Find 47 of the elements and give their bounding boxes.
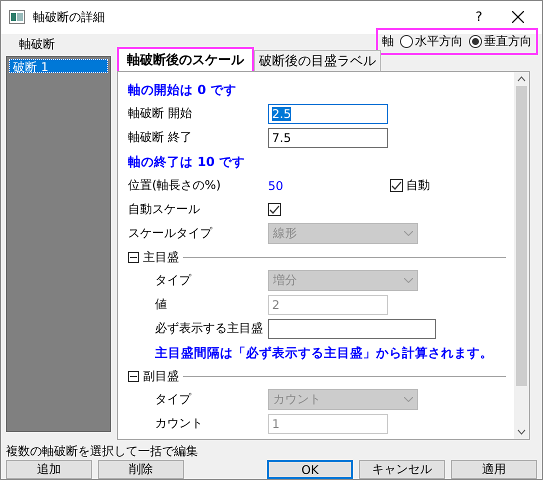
field-label: 必ず表示する主目盛 bbox=[155, 320, 264, 338]
list-item[interactable]: 破断 1 bbox=[9, 59, 108, 74]
radio-label: 垂直方向 bbox=[484, 32, 532, 50]
value-text: 50 bbox=[268, 178, 284, 193]
checkbox-label: 自動 bbox=[406, 177, 430, 194]
field-label: 軸破断 開始 bbox=[128, 105, 193, 122]
dialog-button[interactable]: キャンセル bbox=[359, 460, 445, 479]
radio-label: 水平方向 bbox=[415, 32, 463, 50]
collapse-icon[interactable] bbox=[128, 370, 139, 382]
radio-button[interactable] bbox=[400, 34, 413, 48]
input-field[interactable]: 7.5 bbox=[268, 128, 388, 148]
info-note: 軸の終了は 10 です bbox=[128, 153, 246, 172]
collapse-icon[interactable] bbox=[128, 252, 139, 263]
field-label: 位置(軸長さの%) bbox=[128, 177, 222, 194]
tab[interactable]: 軸破断後のスケール bbox=[117, 47, 254, 72]
field-label: 軸破断 終了 bbox=[128, 129, 193, 146]
field-label: タイプ bbox=[155, 391, 192, 408]
radio-button[interactable] bbox=[469, 34, 482, 48]
dialog-button[interactable]: OK bbox=[267, 460, 353, 479]
close-icon[interactable] bbox=[512, 11, 524, 24]
checkbox[interactable] bbox=[390, 179, 403, 192]
field-label: スケールタイプ bbox=[128, 225, 214, 242]
chevron-icon bbox=[404, 397, 413, 402]
app-icon bbox=[9, 10, 25, 24]
help-button[interactable]: ? bbox=[464, 10, 494, 25]
field-label: 自動スケール bbox=[128, 201, 201, 218]
tab[interactable]: 破断後の目盛ラベル bbox=[254, 50, 381, 72]
dialog-button[interactable]: 適用 bbox=[451, 460, 537, 479]
field-label: カウント bbox=[155, 415, 204, 432]
field-label: タイプ bbox=[155, 272, 192, 290]
axis-label: 軸 bbox=[382, 32, 394, 50]
window-title: 軸破断の詳細 bbox=[33, 8, 106, 26]
chevron-icon bbox=[404, 278, 413, 284]
chevron-icon bbox=[404, 231, 413, 236]
section-title: 主目盛 bbox=[143, 248, 179, 266]
action-button[interactable]: 追加 bbox=[6, 460, 92, 479]
list-heading: 軸破断 bbox=[19, 36, 55, 53]
field-label: 値 bbox=[155, 296, 168, 314]
action-button[interactable]: 削除 bbox=[98, 460, 184, 479]
section-title: 副目盛 bbox=[143, 368, 179, 385]
status-text: 複数の軸破断を選択して一括で編集 bbox=[5, 443, 199, 460]
input-field[interactable]: 2.5 bbox=[268, 104, 388, 124]
info-note: 軸の開始は 0 です bbox=[128, 81, 238, 100]
scrollbar[interactable] bbox=[514, 72, 529, 439]
input-field[interactable] bbox=[268, 318, 436, 339]
checkbox[interactable] bbox=[268, 203, 281, 216]
info-note: 主目盛間隔は「必ず表示する主目盛」から計算されます。 bbox=[155, 344, 494, 362]
